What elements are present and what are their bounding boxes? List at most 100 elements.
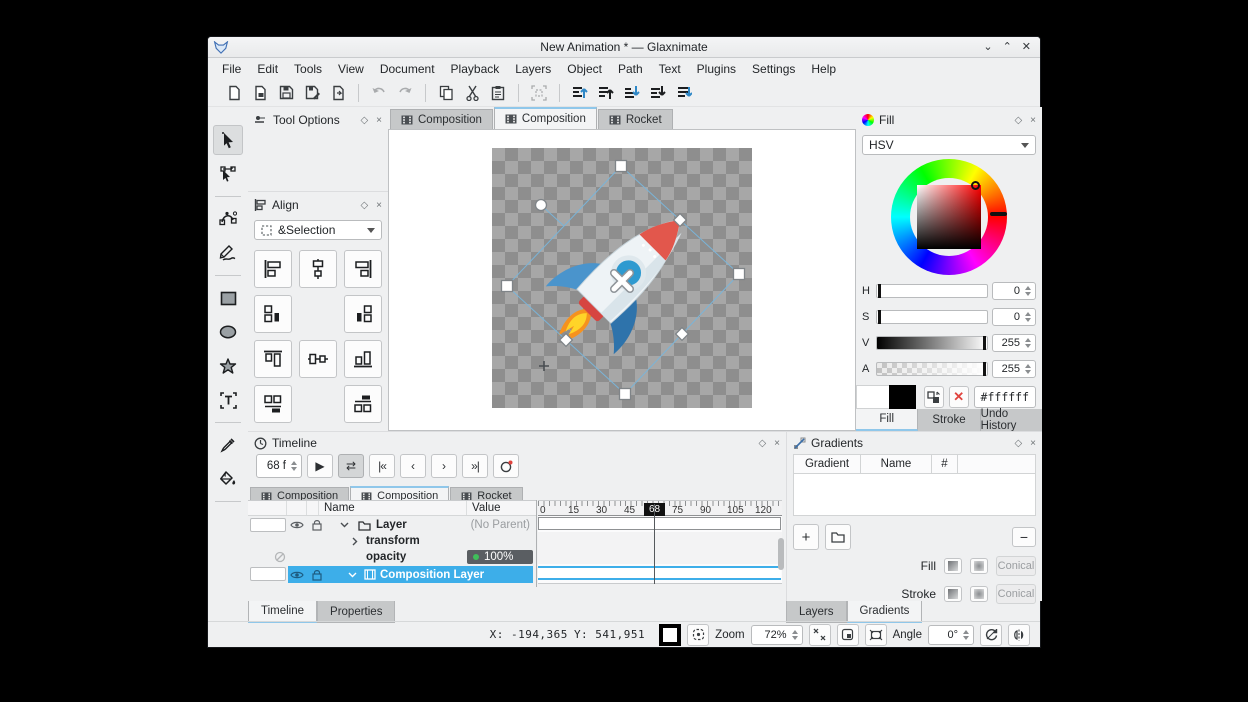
menu-plugins[interactable]: Plugins bbox=[689, 60, 744, 78]
float-panel-icon[interactable]: ◇ bbox=[758, 438, 766, 449]
sv-square[interactable] bbox=[917, 185, 981, 249]
sv-marker[interactable] bbox=[971, 181, 980, 190]
zoom-fit-button[interactable] bbox=[809, 624, 831, 646]
go-to-end-button[interactable]: »| bbox=[462, 454, 488, 478]
open-file-button[interactable] bbox=[248, 81, 272, 105]
drawing-canvas[interactable] bbox=[388, 129, 856, 431]
draw-freehand-tool[interactable] bbox=[213, 238, 243, 268]
rectangle-tool[interactable] bbox=[213, 283, 243, 313]
lower-to-bottom-button[interactable] bbox=[646, 81, 670, 105]
clear-color-button[interactable]: ✕ bbox=[949, 386, 969, 408]
timeline-vscrollbar[interactable] bbox=[778, 538, 784, 570]
close-panel-icon[interactable]: × bbox=[1030, 115, 1036, 126]
menu-help[interactable]: Help bbox=[803, 60, 844, 78]
menu-view[interactable]: View bbox=[330, 60, 372, 78]
layer-track-bar[interactable] bbox=[538, 517, 781, 530]
saturation-spinbox[interactable]: 0 bbox=[992, 308, 1036, 326]
align-outside-top-button[interactable] bbox=[254, 385, 292, 423]
lock-icon[interactable] bbox=[312, 519, 322, 531]
undo-button[interactable] bbox=[367, 81, 391, 105]
maximize-button[interactable]: ⌃ bbox=[1003, 42, 1012, 53]
tab-undo-history[interactable]: Undo History bbox=[981, 409, 1042, 431]
lower-button[interactable] bbox=[620, 81, 644, 105]
record-button[interactable] bbox=[493, 454, 519, 478]
cut-button[interactable] bbox=[460, 81, 484, 105]
hue-spinbox[interactable]: 0 bbox=[992, 282, 1036, 300]
save-as-button[interactable] bbox=[300, 81, 324, 105]
float-panel-icon[interactable]: ◇ bbox=[360, 115, 368, 126]
timeline-tracks[interactable] bbox=[538, 516, 782, 584]
layer-row[interactable]: Layer (No Parent) bbox=[248, 517, 536, 533]
menu-path[interactable]: Path bbox=[610, 60, 651, 78]
menu-layers[interactable]: Layers bbox=[507, 60, 559, 78]
next-frame-button[interactable]: › bbox=[431, 454, 457, 478]
align-outside-left-button[interactable] bbox=[254, 295, 292, 333]
color-picker-tool[interactable] bbox=[213, 430, 243, 460]
close-panel-icon[interactable]: × bbox=[1030, 438, 1036, 449]
zoom-spinbox[interactable]: 72% bbox=[751, 625, 803, 645]
value-slider[interactable] bbox=[876, 336, 988, 350]
gradient-column-header[interactable]: Gradient bbox=[793, 454, 861, 474]
close-panel-icon[interactable]: × bbox=[774, 438, 780, 449]
move-to-composition-button[interactable] bbox=[672, 81, 696, 105]
swap-colors-button[interactable] bbox=[924, 386, 944, 408]
align-hcenter-button[interactable] bbox=[299, 250, 337, 288]
align-vcenter-button[interactable] bbox=[299, 340, 337, 378]
opacity-row[interactable]: opacity 100% bbox=[248, 549, 536, 565]
tab-composition-2[interactable]: Composition bbox=[494, 107, 597, 129]
eye-icon[interactable] bbox=[290, 520, 304, 530]
stroke-conical-button[interactable]: Conical bbox=[996, 584, 1036, 604]
menu-settings[interactable]: Settings bbox=[744, 60, 803, 78]
tab-timeline[interactable]: Timeline bbox=[248, 601, 317, 623]
eye-icon[interactable] bbox=[290, 570, 304, 580]
menu-playback[interactable]: Playback bbox=[443, 60, 508, 78]
fill-linear-gradient-button[interactable] bbox=[944, 558, 962, 574]
float-panel-icon[interactable]: ◇ bbox=[1014, 438, 1022, 449]
tab-stroke[interactable]: Stroke bbox=[918, 409, 980, 431]
tab-layers[interactable]: Layers bbox=[786, 601, 847, 623]
hue-wheel[interactable] bbox=[891, 159, 1007, 275]
menu-tools[interactable]: Tools bbox=[286, 60, 330, 78]
primary-color-swatch[interactable] bbox=[856, 385, 889, 409]
transform-row[interactable]: transform bbox=[248, 533, 536, 549]
play-button[interactable]: ▶ bbox=[307, 454, 333, 478]
new-file-button[interactable] bbox=[222, 81, 246, 105]
close-panel-icon[interactable]: × bbox=[376, 200, 382, 211]
bezier-tool[interactable] bbox=[213, 204, 243, 234]
float-panel-icon[interactable]: ◇ bbox=[360, 200, 368, 211]
align-top-button[interactable] bbox=[254, 340, 292, 378]
edit-nodes-tool[interactable] bbox=[213, 159, 243, 189]
star-tool[interactable] bbox=[213, 351, 243, 381]
lock-icon[interactable] bbox=[312, 569, 322, 581]
timeline-ruler[interactable]: 0 15 30 45 68 75 90 105 120 bbox=[538, 500, 782, 516]
tab-gradients[interactable]: Gradients bbox=[847, 601, 923, 623]
align-right-button[interactable] bbox=[344, 250, 382, 288]
export-button[interactable] bbox=[326, 81, 350, 105]
select-tool[interactable] bbox=[213, 125, 243, 155]
playhead[interactable] bbox=[654, 504, 655, 584]
tab-fill[interactable]: Fill bbox=[856, 409, 918, 431]
menu-text[interactable]: Text bbox=[651, 60, 689, 78]
remove-gradient-button[interactable]: − bbox=[1012, 527, 1036, 547]
fit-canvas-button[interactable] bbox=[865, 624, 887, 646]
align-target-select[interactable]: &Selection bbox=[254, 220, 382, 240]
angle-spinbox[interactable]: 0° bbox=[928, 625, 974, 645]
add-gradient-button[interactable]: + bbox=[793, 524, 819, 550]
alpha-slider[interactable] bbox=[876, 362, 988, 376]
close-panel-icon[interactable]: × bbox=[376, 115, 382, 126]
raise-to-top-button[interactable] bbox=[568, 81, 592, 105]
minimize-button[interactable]: ⌄ bbox=[983, 42, 992, 53]
alpha-spinbox[interactable]: 255 bbox=[992, 360, 1036, 378]
reset-rotation-button[interactable] bbox=[980, 624, 1002, 646]
gradients-list[interactable] bbox=[793, 474, 1036, 516]
hue-marker[interactable] bbox=[990, 212, 1007, 216]
menu-document[interactable]: Document bbox=[372, 60, 443, 78]
tab-composition-1[interactable]: Composition bbox=[390, 109, 493, 129]
gradient-presets-button[interactable] bbox=[825, 524, 851, 550]
previous-frame-button[interactable]: ‹ bbox=[400, 454, 426, 478]
menu-file[interactable]: File bbox=[214, 60, 249, 78]
layer-toggle-cell[interactable] bbox=[250, 518, 286, 532]
zoom-reset-button[interactable] bbox=[837, 624, 859, 646]
redo-button[interactable] bbox=[393, 81, 417, 105]
comp-layer-toggle-cell[interactable] bbox=[250, 567, 286, 581]
